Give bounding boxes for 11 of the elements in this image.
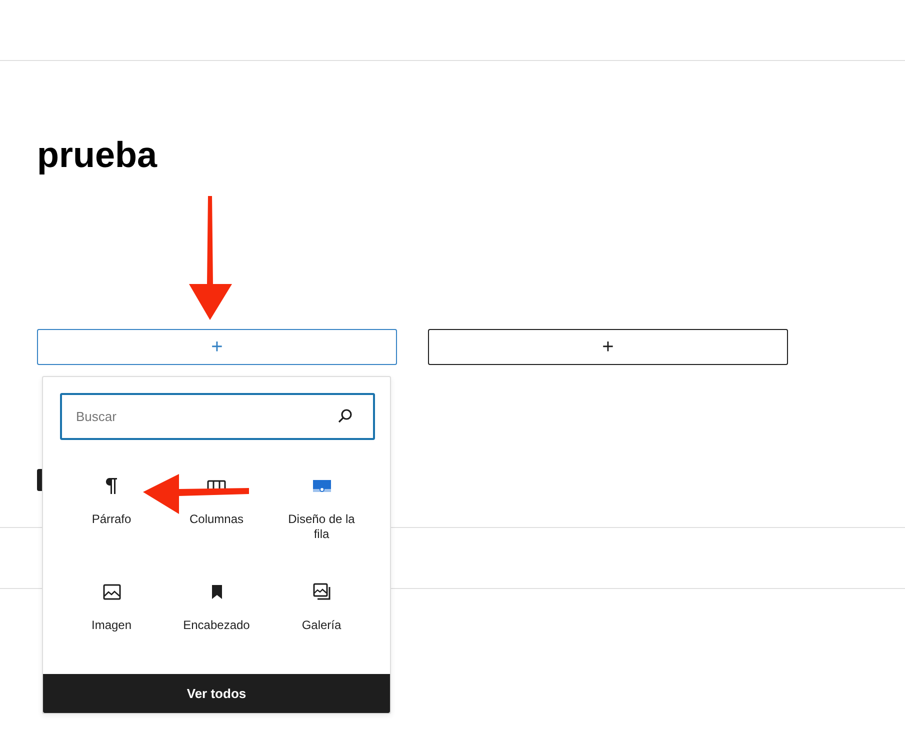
post-title[interactable]: prueba [37,133,905,176]
block-option[interactable]: Encabezado [176,618,256,633]
block-option[interactable]: Columnas [176,512,256,527]
block-option[interactable]: Diseño de la fila [282,512,362,542]
browse-all-button[interactable]: Ver todos [43,674,390,713]
block-option[interactable]: Imagen [72,618,152,633]
search-field[interactable]: Buscar [60,393,375,440]
block-option[interactable]: Galería [282,618,362,633]
block-option[interactable]: Párrafo [72,512,152,527]
add-block-button[interactable]: + [428,329,788,365]
add-block-button[interactable]: + [37,329,397,365]
